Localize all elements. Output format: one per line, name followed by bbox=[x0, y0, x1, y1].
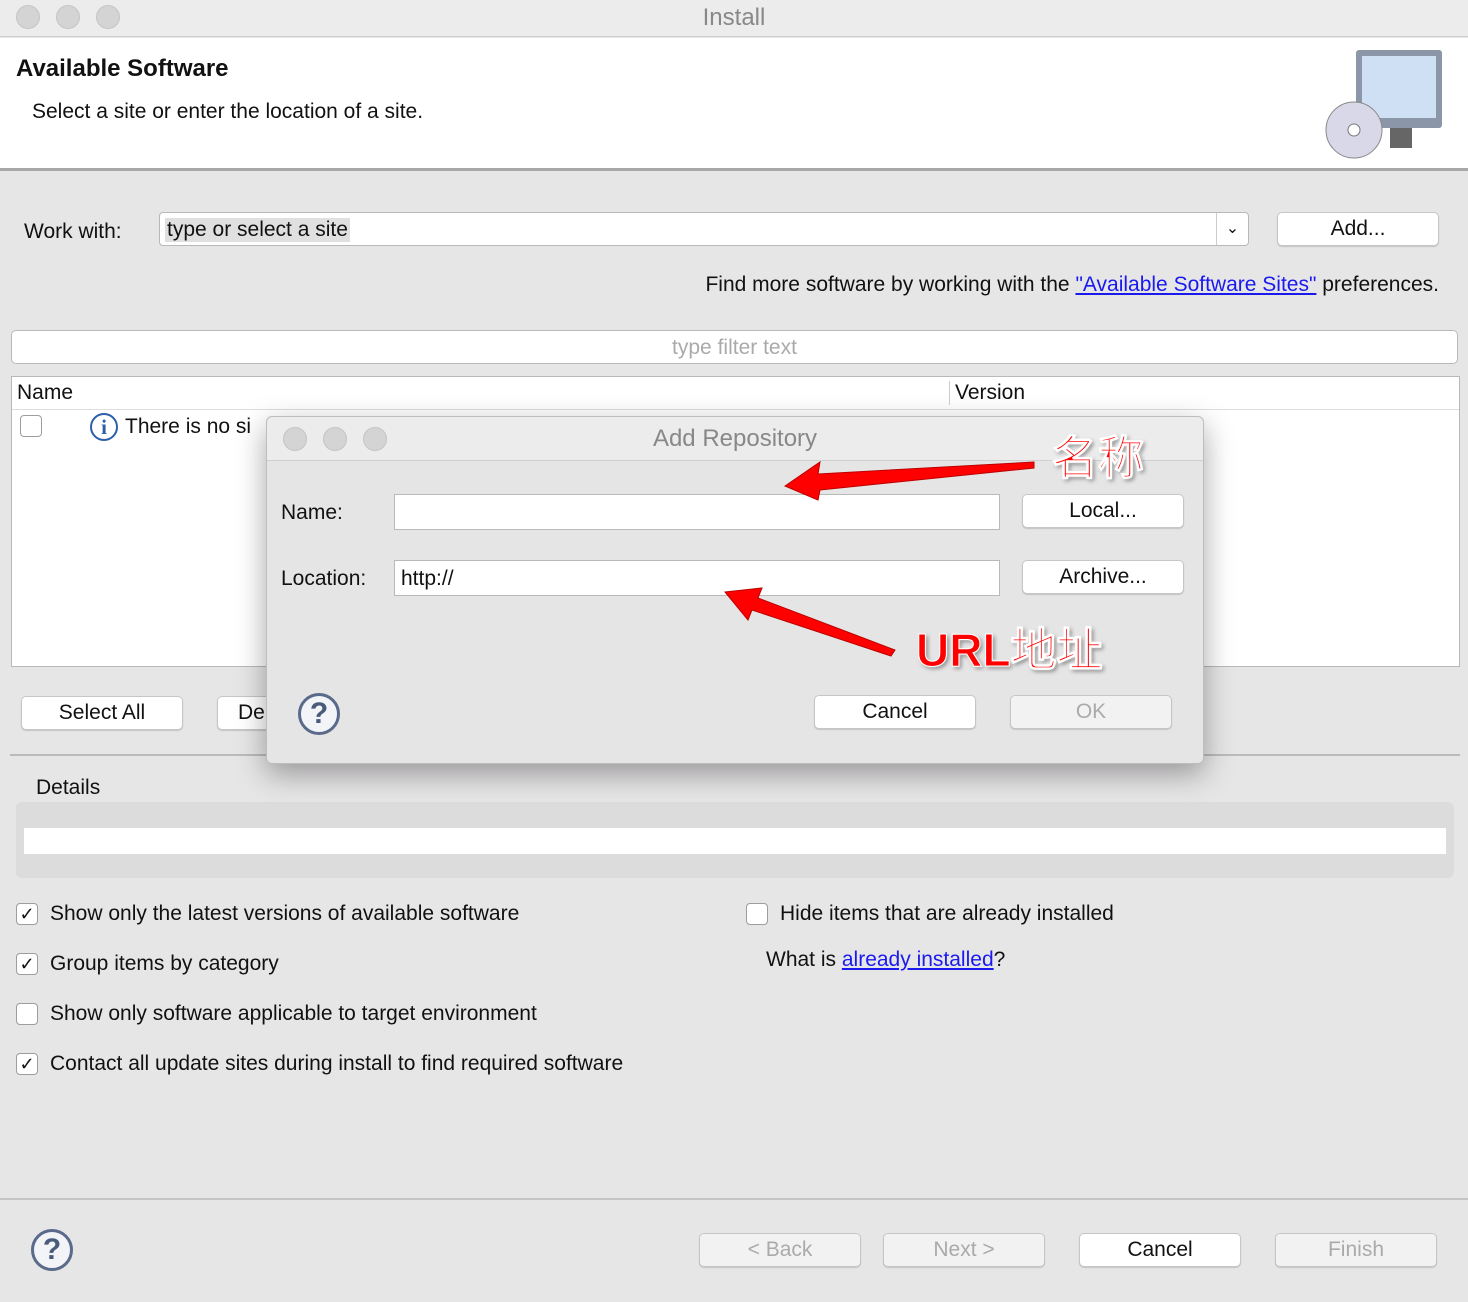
arrow-to-location-field bbox=[724, 587, 896, 657]
annotation-url-label: URL地址 bbox=[916, 624, 1104, 677]
arrow-to-name-field bbox=[783, 460, 1035, 501]
annotation-name-label: 名称 bbox=[1052, 432, 1145, 485]
annotation-arrows bbox=[724, 460, 1035, 657]
